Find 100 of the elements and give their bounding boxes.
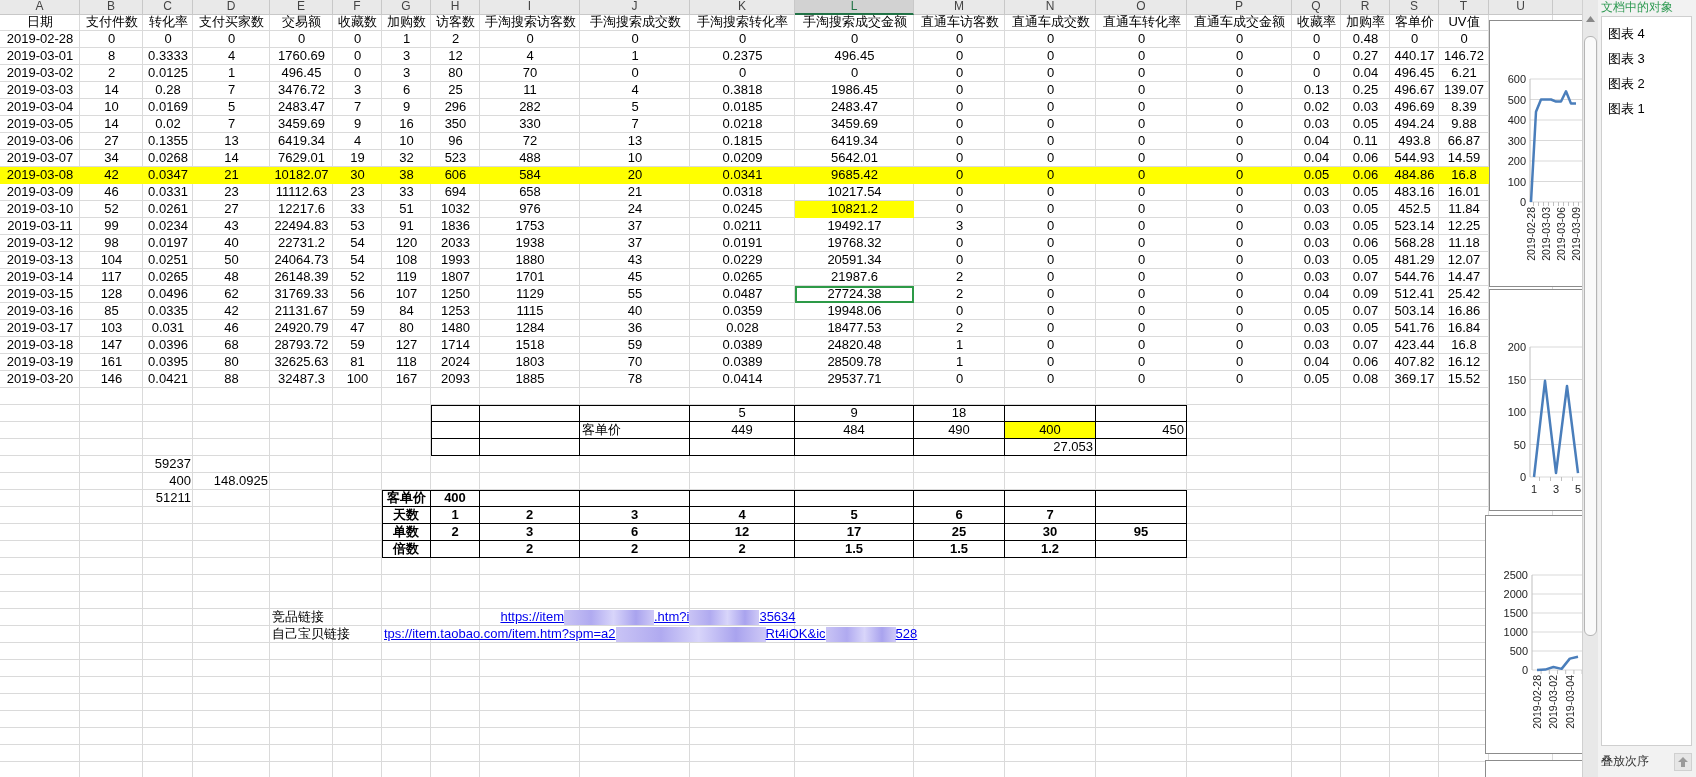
table-cell-text: 0 <box>1045 235 1056 252</box>
table-cell-text: 146 <box>99 371 124 388</box>
table-cell-text: 0.0359 <box>721 303 764 320</box>
table-cell: 3 <box>580 507 690 524</box>
table-cell: 10182.07 <box>270 167 333 184</box>
table-cell-text: 36 <box>626 320 644 337</box>
table-cell: 95 <box>1096 524 1187 541</box>
column-letter[interactable]: A <box>0 0 80 15</box>
table-cell-text: 2019-03-01 <box>5 48 75 65</box>
table-cell: 0.06 <box>1341 167 1390 184</box>
hyperlink[interactable]: https://item .htm?i 35634 <box>500 609 796 625</box>
table-cell-text: 0.0261 <box>147 201 189 218</box>
table-cell-text: 2019-03-12 <box>5 235 75 252</box>
scroll-thumb[interactable] <box>1584 36 1597 636</box>
column-letter[interactable]: K <box>690 0 795 15</box>
table-cell-text: 496.45 <box>280 65 323 82</box>
table-cell-text: 43 <box>223 218 240 235</box>
column-letter[interactable]: E <box>270 0 333 15</box>
table-cell-text: 568.28 <box>1393 235 1436 252</box>
table-cell-text: 0 <box>1045 320 1056 337</box>
table-cell-text: 0 <box>630 31 640 48</box>
table-cell-text: 0 <box>954 235 965 252</box>
column-letter[interactable]: S <box>1390 0 1439 15</box>
table-cell-text: 0.3333 <box>147 48 189 65</box>
column-heading: 访客数 <box>435 14 476 31</box>
column-letter[interactable]: B <box>80 0 143 15</box>
table-cell-text: 80 <box>398 320 415 337</box>
table-cell-text: 47 <box>349 320 366 337</box>
table-cell-text: 78 <box>626 371 644 388</box>
column-letter[interactable]: C <box>143 0 193 15</box>
table-cell-text: 50 <box>223 252 240 269</box>
hyperlink[interactable]: tps://item.taobao.com/item.htm?spm=a2 Rt4iOK&ic 528 <box>384 626 918 642</box>
table-cell: 2 <box>580 541 690 558</box>
table-cell-text: 2019-03-05 <box>5 116 75 133</box>
table-cell-text: 0 <box>954 184 965 201</box>
scroll-up-icon[interactable] <box>1586 16 1595 22</box>
table-cell-text: 0 <box>1136 354 1147 371</box>
table-cell-text: 14 <box>103 82 120 99</box>
table-cell-text: 28509.78 <box>826 354 883 371</box>
table-cell: 9 <box>795 405 914 422</box>
table-cell-text: 0.028 <box>725 320 760 337</box>
column-letter[interactable]: O <box>1096 0 1187 15</box>
table-cell-text: 37 <box>626 235 644 252</box>
table-cell: 584 <box>480 167 580 184</box>
column-letter[interactable]: H <box>431 0 480 15</box>
table-cell-text: 6.21 <box>1450 65 1478 82</box>
column-letter[interactable]: R <box>1341 0 1390 15</box>
table-cell-text: 523 <box>443 150 468 167</box>
empty-cell <box>431 439 480 456</box>
table-cell-text: 2 <box>954 286 965 303</box>
table-cell-text: 0.0209 <box>721 150 764 167</box>
table-cell-text: 0.06 <box>1351 354 1380 371</box>
table-cell-text: 0.0389 <box>721 354 764 371</box>
column-letter[interactable]: G <box>382 0 431 15</box>
object-list-item[interactable]: 图表 1 <box>1602 96 1691 121</box>
column-letter[interactable]: F <box>333 0 382 15</box>
object-list-item[interactable]: 图表 4 <box>1602 21 1691 46</box>
column-heading: 交易额 <box>281 14 322 31</box>
table-cell-text: 40 <box>626 303 644 320</box>
table-cell-text: 0 <box>352 65 363 82</box>
column-letter[interactable]: U <box>1489 0 1553 15</box>
table-cell-text: 1250 <box>440 286 471 303</box>
table-cell: 0.0347 <box>143 167 193 184</box>
column-letter[interactable]: I <box>480 0 580 15</box>
table-cell-text: 107 <box>394 286 419 303</box>
axis-label: 500 <box>1507 93 1526 106</box>
object-list-item[interactable]: 图表 2 <box>1602 71 1691 96</box>
table-cell-text: 0 <box>1045 184 1056 201</box>
table-cell-text: 13 <box>626 133 644 150</box>
table-cell-text: 0.05 <box>1351 252 1380 269</box>
move-up-button[interactable] <box>1674 752 1692 771</box>
table-cell: 6 <box>580 524 690 541</box>
table-cell: 2 <box>431 524 480 541</box>
table-cell-text: 0.25 <box>1351 82 1380 99</box>
table-cell-text: 0.0487 <box>721 286 764 303</box>
column-letter[interactable]: D <box>193 0 270 15</box>
table-cell-text: 55 <box>626 286 644 303</box>
axis-label: 1500 <box>1503 607 1528 619</box>
table-cell-text: 0.13 <box>1302 82 1331 99</box>
table-cell: 449 <box>690 422 795 439</box>
column-letter[interactable]: P <box>1187 0 1292 15</box>
column-letter[interactable]: L <box>795 0 914 15</box>
column-letter[interactable]: M <box>914 0 1005 15</box>
table-cell-text: 0 <box>1234 252 1245 269</box>
table-cell-text: 0 <box>737 31 748 48</box>
object-list-item[interactable]: 图表 3 <box>1602 46 1691 71</box>
column-letter[interactable]: T <box>1439 0 1489 15</box>
scrollbar[interactable] <box>1582 0 1598 777</box>
table-cell-text: 11 <box>522 82 538 99</box>
table-cell-text: 0 <box>1311 31 1322 48</box>
column-letter[interactable]: N <box>1005 0 1096 15</box>
table-cell-text: 0.03 <box>1302 337 1331 354</box>
table-cell: 16.8 <box>1439 167 1489 184</box>
table-cell: 606 <box>431 167 480 184</box>
column-letter[interactable]: J <box>580 0 690 15</box>
table-cell-text: 0.0335 <box>147 303 189 320</box>
table-cell-text: 16.12 <box>1446 354 1482 371</box>
table-cell-text: 0 <box>1136 320 1147 337</box>
column-letter[interactable]: Q <box>1292 0 1341 15</box>
table-cell-text: 59237 <box>153 456 192 473</box>
